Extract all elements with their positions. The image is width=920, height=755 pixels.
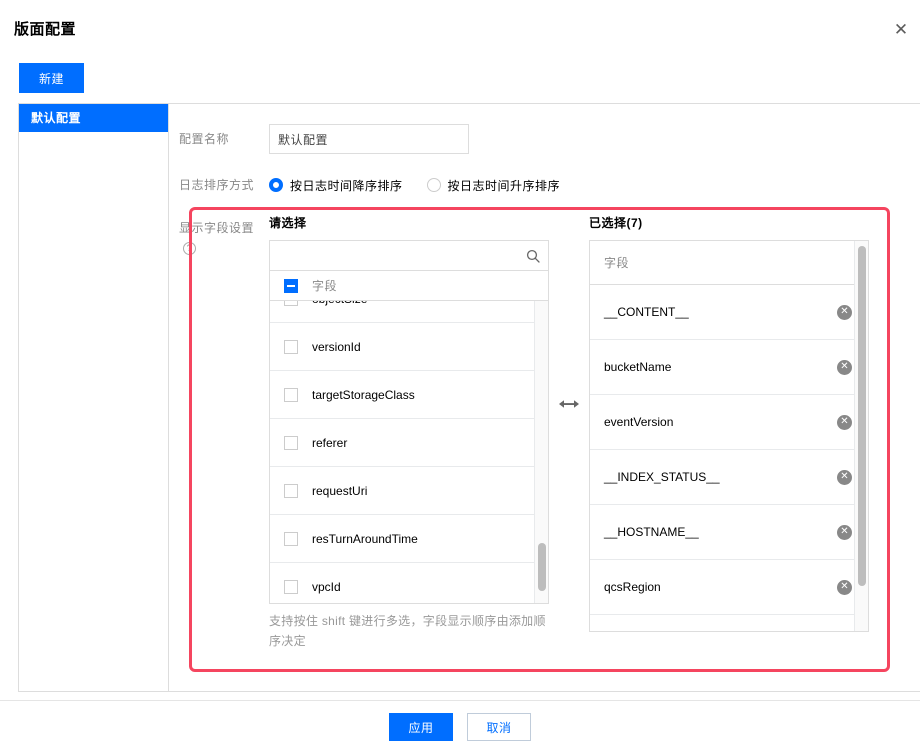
radio-sort-asc-label: 按日志时间升序排序 <box>447 178 561 193</box>
table-row-label: __HOSTNAME__ <box>604 525 699 539</box>
help-icon[interactable]: ? <box>183 242 196 256</box>
config-panel: 默认配置 配置名称 日志排序方式 按日志时间降序排序 按日志时间升序排序 <box>18 103 920 692</box>
search-input[interactable] <box>278 248 526 263</box>
checkbox-icon[interactable] <box>284 339 298 354</box>
list-item-label: requestUri <box>312 483 368 498</box>
list-item-label: resTurnAroundTime <box>312 531 418 546</box>
table-row[interactable]: qcsRegion ✕ <box>590 560 868 615</box>
table-row[interactable]: bucketName ✕ <box>590 340 868 395</box>
radio-sort-desc-label: 按日志时间降序排序 <box>290 178 403 193</box>
list-item-label: versionId <box>312 339 361 354</box>
checkbox-icon[interactable] <box>284 483 298 498</box>
display-fields-label: 显示字段设置? <box>169 214 269 258</box>
radio-mark-icon <box>269 178 283 192</box>
remove-icon[interactable]: ✕ <box>837 469 852 485</box>
transfer-target-column: 已选择(7) 字段 __CONTENT__ ✕ bucketName ✕ eve… <box>589 214 869 632</box>
remove-icon[interactable]: ✕ <box>837 579 852 595</box>
transfer-hint: 支持按住 shift 键进行多选，字段显示顺序由添加顺序决定 <box>269 614 546 648</box>
table-row[interactable]: __CONTENT__ ✕ <box>590 285 868 340</box>
log-sort-label: 日志排序方式 <box>179 178 255 192</box>
checkbox-icon[interactable] <box>284 301 298 306</box>
table-row-label: eventVersion <box>604 415 674 429</box>
dialog-title: 版面配置 <box>14 21 77 38</box>
target-scrollbar-thumb[interactable] <box>858 246 866 586</box>
remove-icon[interactable]: ✕ <box>837 414 852 430</box>
checkbox-icon[interactable] <box>284 435 298 450</box>
radio-sort-desc[interactable]: 按日志时间降序排序 <box>269 177 403 194</box>
apply-button[interactable]: 应用 <box>389 713 453 741</box>
remove-icon[interactable]: ✕ <box>837 524 852 540</box>
new-config-button[interactable]: 新建 <box>19 63 84 93</box>
list-item-label: vpcId <box>312 579 341 594</box>
table-row[interactable]: eventVersion ✕ <box>590 395 868 450</box>
config-name-row: 配置名称 <box>169 124 469 154</box>
source-search-bar <box>270 241 548 271</box>
target-column-header-label: 字段 <box>604 256 630 270</box>
table-row-label: __CONTENT__ <box>604 305 689 319</box>
source-scrollbar[interactable] <box>534 301 548 603</box>
table-row[interactable]: __INDEX_STATUS__ ✕ <box>590 450 868 505</box>
list-item[interactable]: resTurnAroundTime <box>270 515 548 563</box>
log-sort-row: 日志排序方式 按日志时间降序排序 按日志时间升序排序 <box>169 170 560 200</box>
log-sort-radio-group: 按日志时间降序排序 按日志时间升序排序 <box>269 170 560 200</box>
table-row-label: __INDEX_STATUS__ <box>604 470 720 484</box>
table-row-label: bucketName <box>604 360 672 374</box>
target-list-box: 字段 __CONTENT__ ✕ bucketName ✕ eventVersi… <box>589 240 869 632</box>
source-scroll-area[interactable]: objectSize versionId targetStorageClass <box>270 301 548 603</box>
radio-mark-icon <box>426 178 441 192</box>
transfer-source-title: 请选择 <box>269 216 307 230</box>
sidebar-item-label: 默认配置 <box>31 111 82 125</box>
checkbox-icon[interactable] <box>284 579 298 594</box>
list-item[interactable]: targetStorageClass <box>270 371 548 419</box>
table-row-label: qcsRegion <box>604 580 661 594</box>
remove-icon[interactable]: ✕ <box>837 359 852 375</box>
list-item[interactable]: requestUri <box>270 467 548 515</box>
checkbox-icon[interactable] <box>284 387 298 402</box>
transfer-target-title: 已选择(7) <box>589 216 643 230</box>
source-group-label: 字段 <box>312 279 338 293</box>
source-group-header[interactable]: 字段 <box>270 271 548 301</box>
sidebar-item-default-config[interactable]: 默认配置 <box>19 104 168 132</box>
list-item-label: targetStorageClass <box>312 387 415 402</box>
radio-sort-asc[interactable]: 按日志时间升序排序 <box>426 177 561 194</box>
list-item[interactable]: versionId <box>270 323 548 371</box>
config-detail-content: 配置名称 日志排序方式 按日志时间降序排序 按日志时间升序排序 显示字段设置? <box>169 104 920 691</box>
config-name-label: 配置名称 <box>179 132 230 146</box>
target-column-header: 字段 <box>590 241 868 285</box>
source-scrollbar-thumb[interactable] <box>538 543 546 591</box>
transfer-arrows-icon[interactable] <box>549 214 589 594</box>
group-checkbox-icon[interactable] <box>284 278 298 293</box>
display-fields-row: 显示字段设置? 请选择 字段 versionId targetStorageCl… <box>169 214 869 651</box>
list-item[interactable]: vpcId <box>270 563 548 603</box>
field-transfer: 请选择 字段 versionId targetStorageClass refe… <box>269 214 869 651</box>
checkbox-icon[interactable] <box>284 531 298 546</box>
source-list-box: 字段 objectSize versionId <box>269 240 549 604</box>
footer-actions: 应用 取消 <box>0 713 920 741</box>
footer-divider <box>0 700 920 701</box>
config-list-sidebar: 默认配置 <box>19 104 169 691</box>
list-item[interactable]: referer <box>270 419 548 467</box>
list-item[interactable]: objectSize <box>270 301 548 323</box>
transfer-source-column: 请选择 字段 versionId targetStorageClass refe… <box>269 214 549 651</box>
remove-icon[interactable]: ✕ <box>837 304 852 320</box>
cancel-button[interactable]: 取消 <box>467 713 531 741</box>
search-icon[interactable] <box>526 249 540 263</box>
table-row[interactable]: __HOSTNAME__ ✕ <box>590 505 868 560</box>
config-name-input[interactable] <box>269 124 469 154</box>
target-scrollbar[interactable] <box>854 241 868 631</box>
list-item-label: referer <box>312 435 348 450</box>
close-icon[interactable]: ✕ <box>889 17 913 41</box>
display-fields-label-text: 显示字段设置 <box>179 221 255 235</box>
list-item-label: objectSize <box>312 301 367 306</box>
